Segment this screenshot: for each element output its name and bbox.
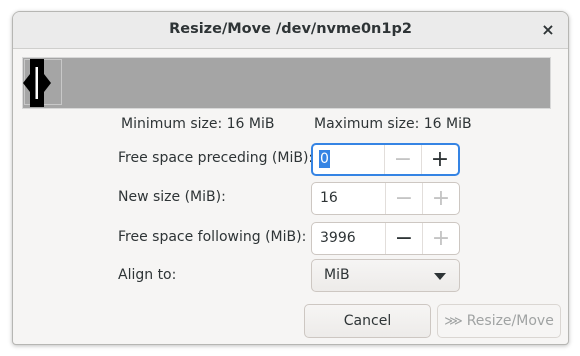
new-size-label: New size (MiB):: [118, 189, 226, 205]
following-increment-button[interactable]: +: [422, 223, 459, 254]
preceding-decrement-button[interactable]: −: [384, 145, 421, 174]
following-spinbutton[interactable]: 3996 − +: [311, 222, 460, 255]
resize-move-dialog: Resize/Move /dev/nvme0n1p2 × Minimum siz…: [12, 11, 569, 345]
new-size-spinbutton[interactable]: 16 − +: [311, 182, 460, 215]
partition-resizer[interactable]: [22, 57, 551, 109]
preceding-label: Free space preceding (MiB):: [118, 150, 314, 166]
dialog-title: Resize/Move /dev/nvme0n1p2: [169, 21, 412, 37]
align-dropdown[interactable]: MiB: [311, 259, 460, 292]
following-input[interactable]: 3996: [312, 223, 385, 254]
new-size-input[interactable]: 16: [312, 183, 385, 214]
preceding-increment-button[interactable]: +: [421, 145, 458, 174]
preceding-input[interactable]: 0: [313, 145, 384, 174]
resize-move-label: Resize/Move: [466, 313, 554, 329]
resize-move-icon: ⋙: [444, 314, 463, 329]
new-size-decrement-button[interactable]: −: [385, 183, 422, 214]
chevron-down-icon: [434, 273, 446, 280]
resize-handle-icon[interactable]: [23, 58, 51, 108]
following-decrement-button[interactable]: −: [385, 223, 422, 254]
new-size-increment-button[interactable]: +: [422, 183, 459, 214]
resize-move-button[interactable]: ⋙ Resize/Move: [437, 304, 561, 338]
maximum-size-label: Maximum size: 16 MiB: [314, 116, 472, 132]
following-label: Free space following (MiB):: [118, 229, 307, 245]
title-bar: Resize/Move /dev/nvme0n1p2 ×: [13, 12, 568, 49]
close-icon[interactable]: ×: [536, 18, 560, 42]
minimum-size-label: Minimum size: 16 MiB: [121, 116, 275, 132]
align-label: Align to:: [118, 267, 177, 283]
cancel-button[interactable]: Cancel: [304, 304, 431, 338]
preceding-spinbutton[interactable]: 0 − +: [311, 143, 460, 176]
align-selected-value: MiB: [324, 267, 350, 283]
